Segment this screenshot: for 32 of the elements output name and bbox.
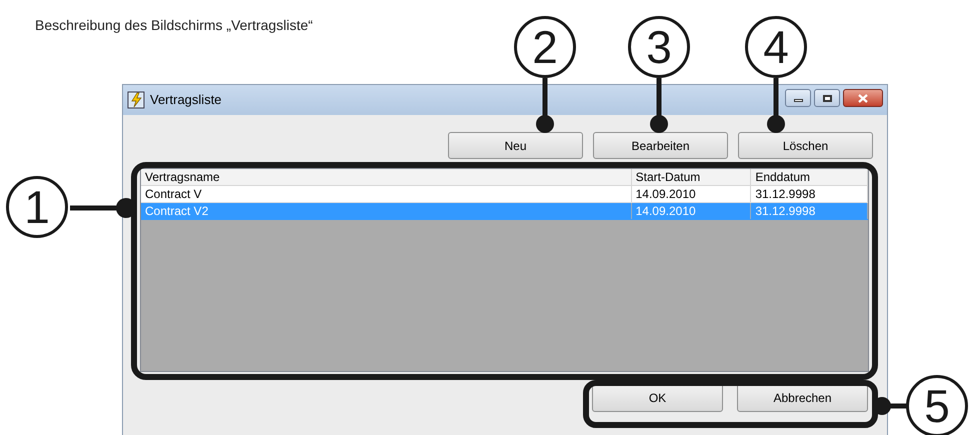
leader-line <box>767 78 785 133</box>
close-button[interactable] <box>843 89 883 107</box>
table-cell: Contract V2 <box>141 203 632 219</box>
table-cell: 31.12.9998 <box>751 203 868 219</box>
toolbar-button[interactable]: Bearbeiten <box>593 132 728 159</box>
maximize-button[interactable] <box>814 89 840 107</box>
figure-caption: Beschreibung des Bildschirms „Vertragsliste“ <box>35 17 313 33</box>
window-title: Vertragsliste <box>150 91 222 110</box>
table-row[interactable]: Contract V 14.09.2010 31.12.9998 <box>141 186 868 203</box>
lightning-icon <box>127 91 145 109</box>
callout-number: 2 <box>514 16 576 78</box>
dialog-button[interactable]: Abbrechen <box>737 383 868 412</box>
callout-number: 3 <box>628 16 690 78</box>
table-cell: Contract V <box>141 186 632 202</box>
callout-number: 5 <box>906 375 968 435</box>
leader-line <box>650 78 668 133</box>
minimize-button[interactable] <box>785 89 811 107</box>
toolbar-button[interactable]: Neu <box>448 132 583 159</box>
close-icon <box>858 94 868 102</box>
table-cell: 14.09.2010 <box>632 203 752 219</box>
column-header[interactable]: Start-Datum <box>632 169 752 185</box>
callout-number: 1 <box>6 176 68 238</box>
table-cell: 14.09.2010 <box>632 186 752 202</box>
table-cell: 31.12.9998 <box>751 186 868 202</box>
minimize-icon <box>794 99 802 102</box>
toolbar-button[interactable]: Löschen <box>738 132 873 159</box>
dialog-button[interactable]: OK <box>592 383 723 412</box>
column-header[interactable]: Vertragsname <box>141 169 632 185</box>
callout-number: 4 <box>745 16 807 78</box>
maximize-icon <box>822 94 832 102</box>
leader-line <box>536 78 554 133</box>
column-header[interactable]: Enddatum <box>751 169 868 185</box>
